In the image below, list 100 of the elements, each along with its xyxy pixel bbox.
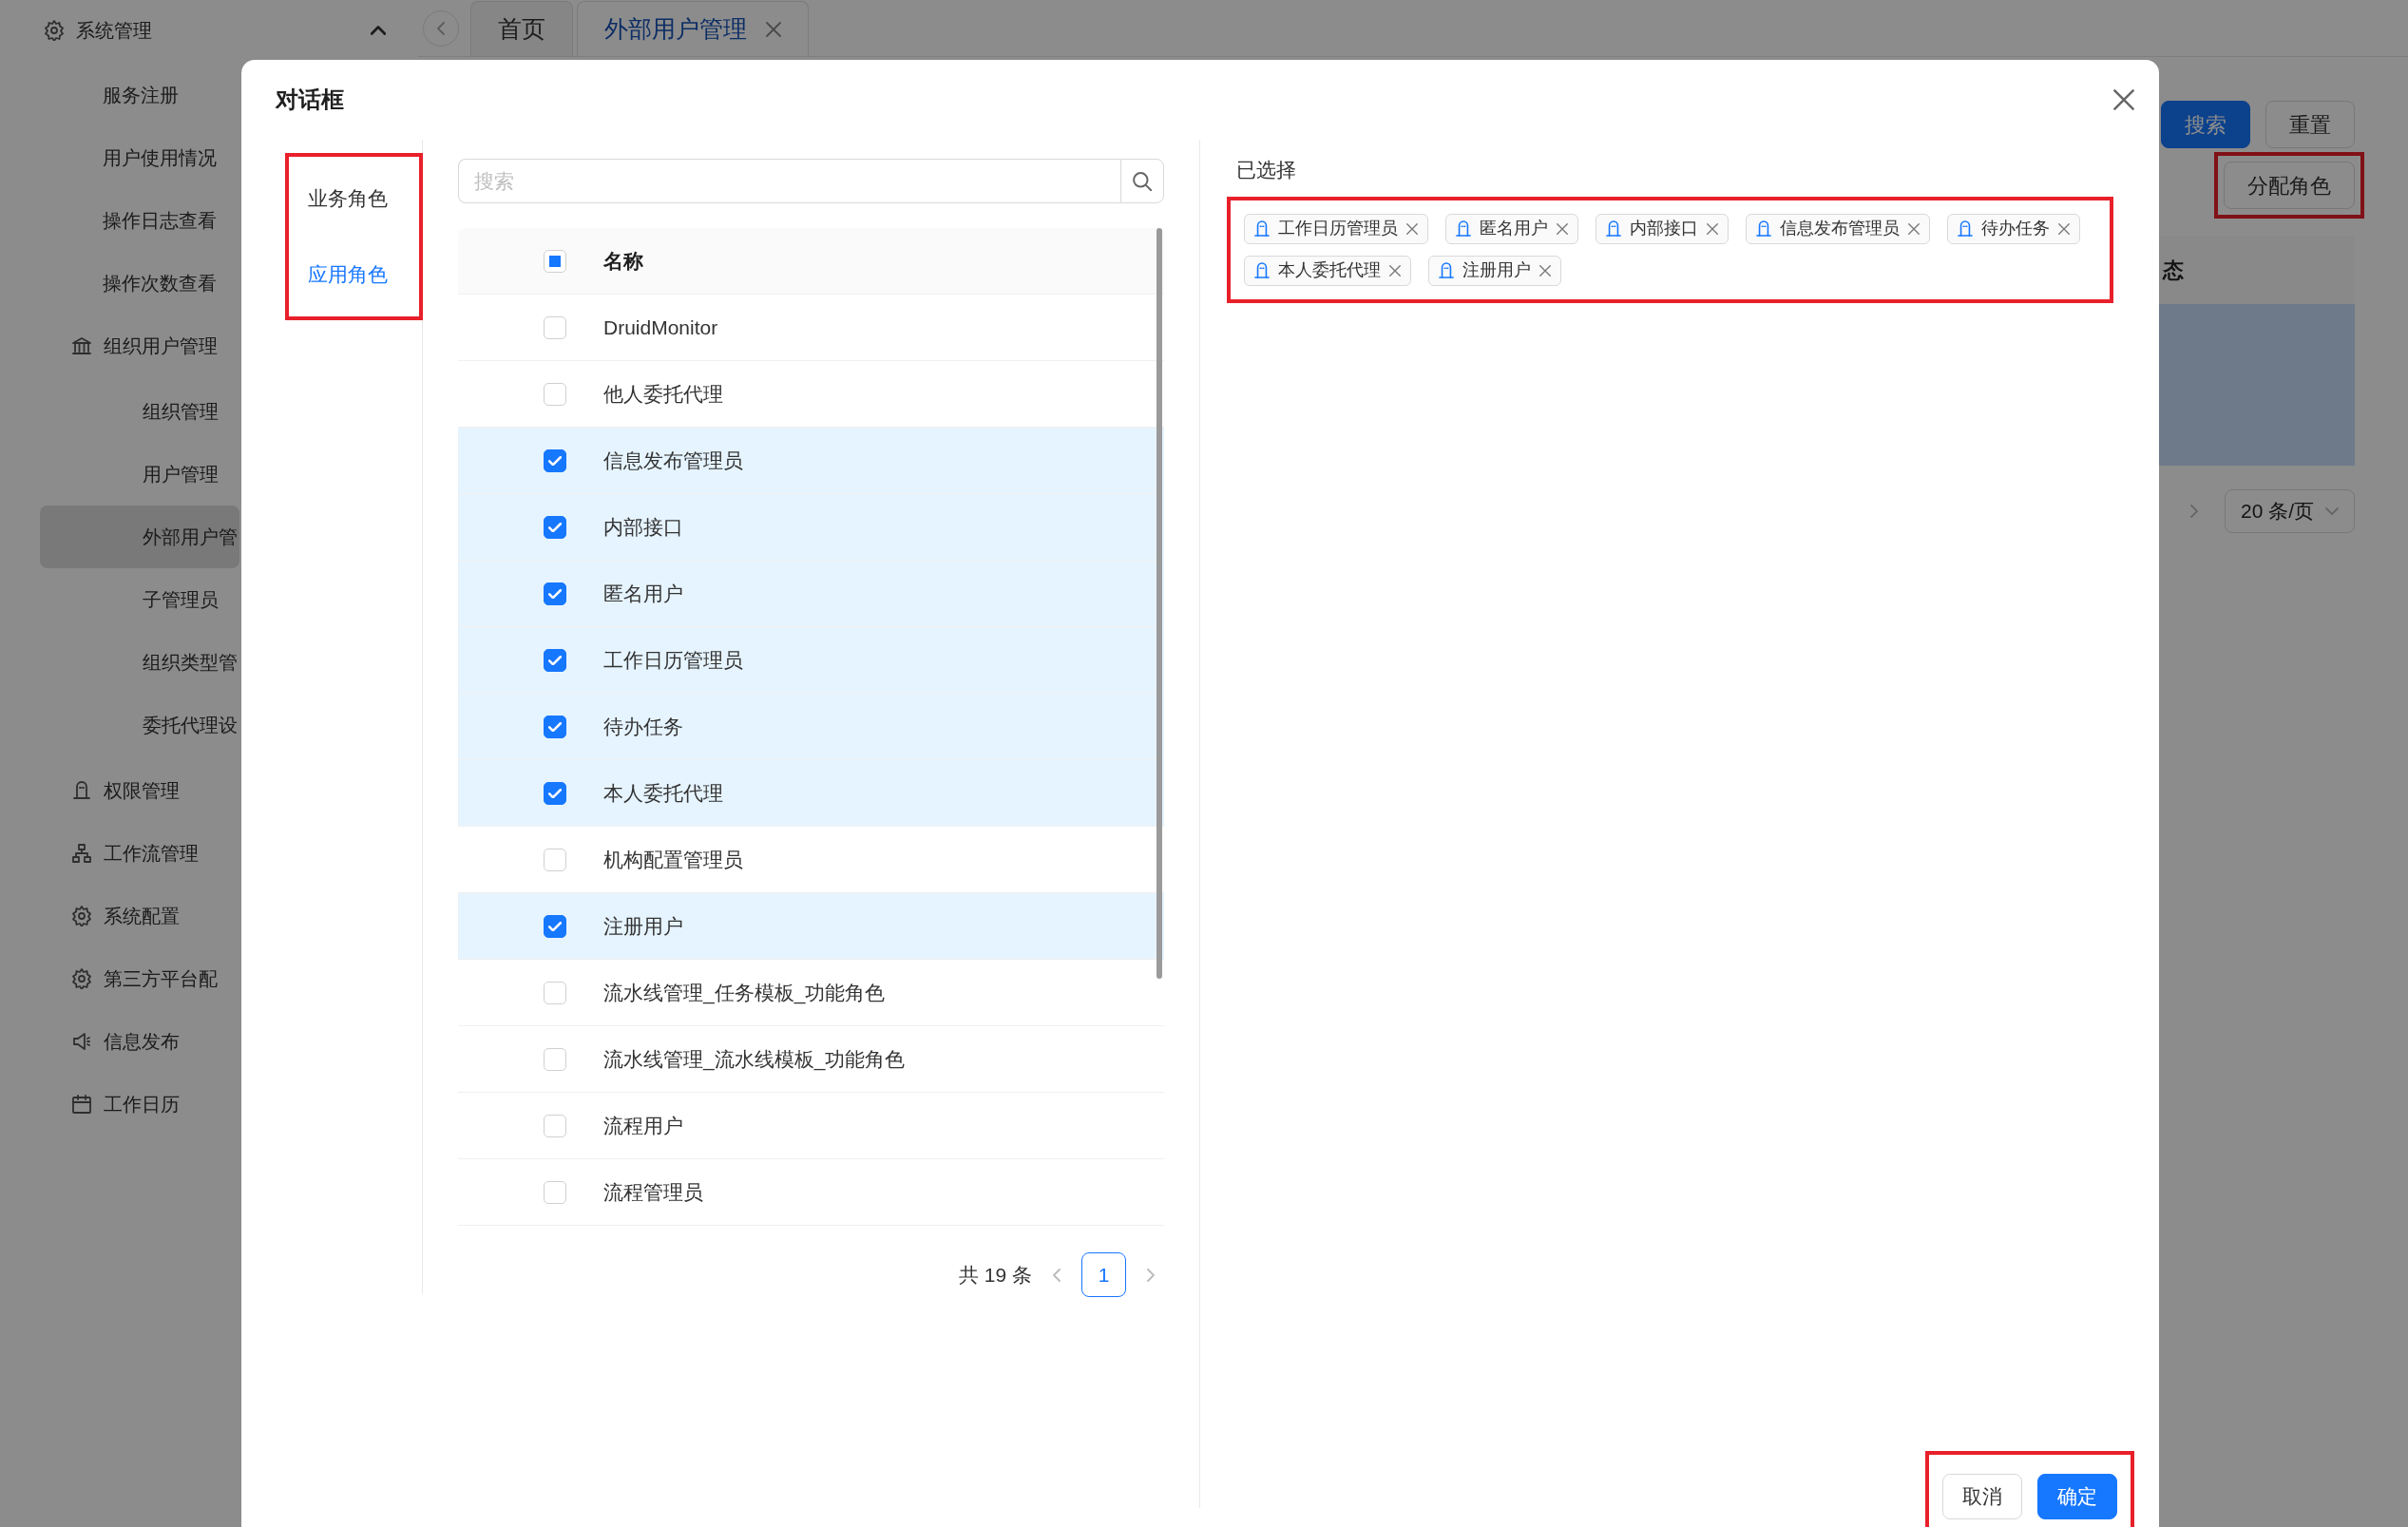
search-button[interactable] — [1120, 159, 1164, 203]
table-cell-text: 本人委托代理 — [603, 780, 723, 806]
gear-icon — [71, 968, 92, 989]
checkbox[interactable] — [543, 582, 566, 605]
close-icon — [2058, 222, 2070, 235]
page-button[interactable]: 1 — [1081, 1252, 1126, 1297]
plug-icon — [1254, 220, 1270, 237]
sidebar-item[interactable]: 工作流管理 — [40, 822, 239, 885]
sidebar-item[interactable]: 用户管理 — [40, 443, 239, 506]
sidebar-item[interactable]: 用户使用情况 — [40, 126, 239, 189]
sidebar-item[interactable]: 权限管理 — [40, 759, 239, 822]
close-icon — [1557, 222, 1568, 235]
sidebar-item[interactable]: 组织管理 — [40, 380, 239, 443]
table-cell-text: 流水线管理_任务模板_功能角色 — [603, 980, 886, 1006]
sidebar-item[interactable]: 子管理员 — [40, 568, 239, 631]
plug-icon — [1756, 220, 1771, 237]
sidebar-item[interactable]: 系统配置 — [40, 885, 239, 947]
sidebar-item[interactable]: 工作日历 — [40, 1073, 239, 1136]
role-tag: 工作日历管理员 — [1244, 213, 1428, 244]
sidebar-item[interactable]: 操作次数查看 — [40, 252, 239, 315]
hierarchy-icon — [71, 843, 92, 864]
table-cell-text: 他人委托代理 — [603, 381, 723, 407]
checkbox[interactable] — [543, 449, 566, 472]
table-cell-text: 流程管理员 — [603, 1179, 703, 1205]
remove-tag-button[interactable] — [1539, 264, 1551, 277]
table-cell-text: 机构配置管理员 — [603, 847, 743, 872]
sidebar-item[interactable]: 组织类型管 — [40, 631, 239, 694]
checkbox[interactable] — [543, 914, 566, 938]
plug-icon — [1439, 262, 1454, 278]
checkbox[interactable] — [543, 515, 566, 539]
cancel-button[interactable]: 取消 — [1942, 1474, 2022, 1519]
bank-icon — [71, 335, 92, 356]
megaphone-icon — [71, 1031, 92, 1052]
column-header: 名称 — [603, 248, 643, 274]
sidebar-item[interactable]: 外部用户管 — [40, 506, 239, 568]
check-icon — [547, 788, 562, 798]
role-tab[interactable]: 应用角色 — [289, 237, 419, 313]
close-icon — [1406, 222, 1418, 235]
sidebar-item[interactable]: 组织用户管理 — [40, 315, 239, 377]
close-icon — [766, 21, 781, 37]
search-button[interactable]: 搜索 — [2161, 101, 2250, 148]
role-tag: 注册用户 — [1428, 255, 1561, 286]
close-icon — [1389, 264, 1401, 277]
sidebar-item[interactable]: 操作日志查看 — [40, 189, 239, 252]
check-icon — [547, 522, 562, 532]
table-cell-text: 待办任务 — [603, 714, 683, 739]
checkbox[interactable] — [543, 648, 566, 672]
plug-icon — [71, 780, 92, 801]
page-size-select[interactable]: 20 条/页 — [2224, 489, 2355, 533]
sidebar-item[interactable]: 服务注册 — [40, 64, 239, 126]
chevron-right-icon — [1147, 1268, 1155, 1282]
table-cell-text: 信息发布管理员 — [603, 448, 743, 473]
page-tab[interactable]: 首页 — [470, 1, 573, 56]
chevron-down-icon — [2325, 507, 2339, 515]
sidebar-item[interactable]: 系统管理 — [40, 0, 411, 61]
role-tab[interactable]: 业务角色 — [289, 161, 419, 237]
search-icon — [1133, 171, 1152, 191]
remove-tag-button[interactable] — [1707, 222, 1718, 235]
remove-tag-button[interactable] — [1406, 222, 1418, 235]
plug-icon — [1958, 220, 1973, 237]
checkbox[interactable] — [543, 715, 566, 738]
sidebar-item[interactable]: 信息发布 — [40, 1010, 239, 1073]
plug-icon — [1606, 220, 1621, 237]
gear-icon — [44, 20, 65, 41]
chevron-left-icon — [437, 21, 445, 35]
section-label: 已选择 — [1236, 158, 1297, 182]
role-tag: 内部接口 — [1596, 213, 1729, 244]
check-icon — [547, 721, 562, 732]
role-tag: 本人委托代理 — [1244, 255, 1411, 286]
table-cell-text: 流水线管理_流水线模板_功能角色 — [603, 1046, 906, 1073]
scrollbar-thumb[interactable] — [1156, 228, 1162, 979]
table-cell-text: 流程用户 — [603, 1113, 683, 1138]
reset-button[interactable]: 重置 — [2265, 101, 2355, 148]
check-icon — [547, 921, 562, 931]
check-icon — [547, 455, 562, 466]
sidebar-item[interactable]: 委托代理设 — [40, 694, 239, 756]
remove-tag-button[interactable] — [1908, 222, 1920, 235]
checkbox[interactable] — [543, 781, 566, 805]
column-header: 态 — [2163, 257, 2184, 284]
assign-role-button[interactable]: 分配角色 — [2224, 162, 2355, 209]
gear-icon — [71, 906, 92, 926]
search-field[interactable]: 搜索 — [458, 159, 1120, 203]
confirm-button[interactable]: 确定 — [2037, 1474, 2117, 1519]
plug-icon — [1254, 262, 1270, 278]
role-tag: 待办任务 — [1947, 213, 2080, 244]
plug-icon — [1456, 220, 1471, 237]
close-icon — [1707, 222, 1718, 235]
role-tag: 匿名用户 — [1445, 213, 1578, 244]
role-tag: 信息发布管理员 — [1746, 213, 1930, 244]
page-tab[interactable]: 外部用户管理 — [577, 1, 809, 56]
remove-tag-button[interactable] — [2058, 222, 2070, 235]
remove-tag-button[interactable] — [1389, 264, 1401, 277]
check-icon — [547, 588, 562, 599]
calendar-icon — [71, 1094, 92, 1115]
sidebar-item[interactable]: 第三方平台配 — [40, 947, 239, 1010]
close-icon — [1908, 222, 1920, 235]
remove-tag-button[interactable] — [1557, 222, 1568, 235]
dialog-title: 对话框 — [276, 86, 344, 114]
chevron-right-icon — [2189, 505, 2198, 518]
table-cell-text: DruidMonitor — [603, 315, 718, 340]
